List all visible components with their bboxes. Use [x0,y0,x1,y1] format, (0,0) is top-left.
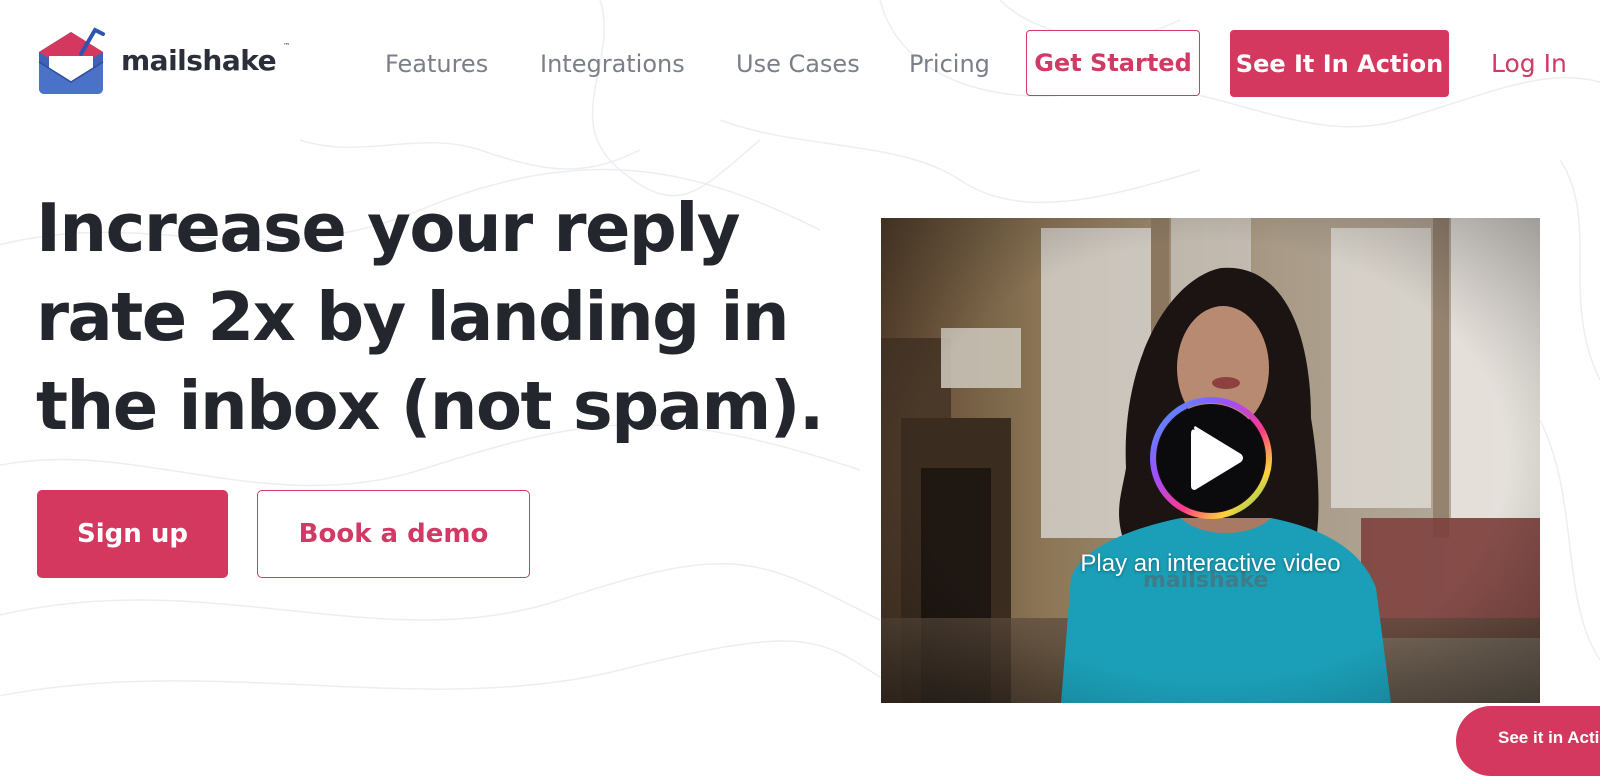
mailshake-logo[interactable]: mailshake ™ [35,26,290,96]
sign-up-button[interactable]: Sign up [37,490,228,578]
headline-line-2: rate 2x by landing in [36,278,790,356]
see-it-in-action-button[interactable]: See It In Action [1230,30,1449,97]
play-icon[interactable] [1149,396,1273,520]
video-player[interactable]: mailshake Play an interactive video [881,218,1540,703]
nav-integrations[interactable]: Integrations [540,48,685,80]
nav-use-cases[interactable]: Use Cases [736,48,860,80]
nav-features[interactable]: Features [385,48,488,80]
envelope-logo-icon [38,27,105,94]
get-started-button[interactable]: Get Started [1026,30,1200,96]
book-demo-button[interactable]: Book a demo [257,490,530,578]
trademark-mark: ™ [283,42,290,50]
floating-see-it-in-action-button[interactable]: See it in Action [1456,706,1600,776]
hero-headline: Increase your reply rate 2x by landing i… [36,184,826,451]
video-caption: Play an interactive video [1080,550,1341,577]
logo-wordmark: mailshake [121,44,277,77]
nav-pricing[interactable]: Pricing [909,48,990,80]
headline-line-3: the inbox (not spam). [36,367,824,445]
log-in-link[interactable]: Log In [1491,48,1567,80]
headline-line-1: Increase your reply [36,189,741,267]
